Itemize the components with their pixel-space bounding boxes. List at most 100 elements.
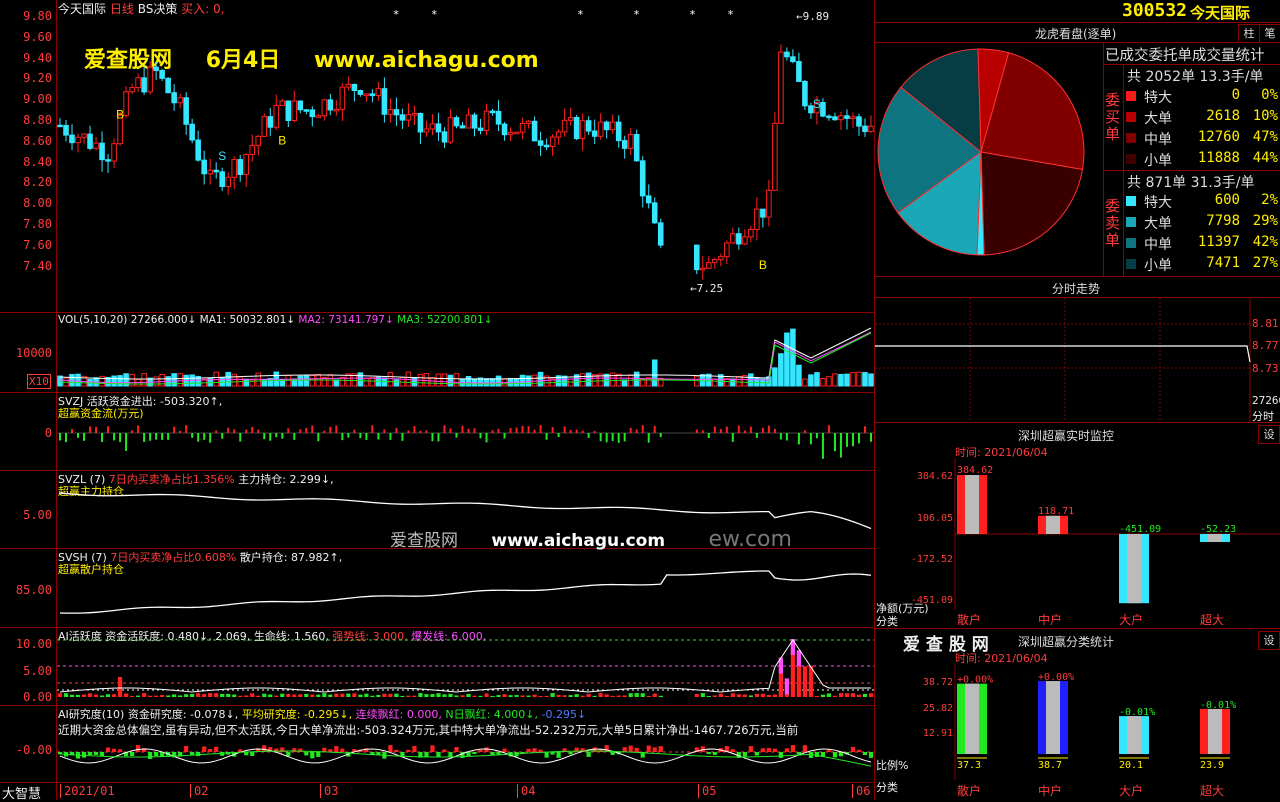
- monitor-bar-chart[interactable]: 384.62 106.05 -172.52 -451.09 384.62 散户 118.71…: [875, 458, 1280, 628]
- candle-body: [321, 99, 328, 117]
- svzj-inflow-bar: [353, 429, 356, 433]
- ai-activity-bar: [526, 695, 531, 697]
- fund-flow-chart[interactable]: [57, 393, 874, 470]
- ai-activity-bar: [63, 693, 69, 697]
- svzj-inflow-bar: [761, 427, 764, 433]
- research-bar: [316, 752, 321, 757]
- svzj-outflow-bar: [365, 433, 368, 441]
- candle-body: [279, 100, 286, 106]
- volume-bar: [790, 328, 796, 387]
- candle-body: [561, 119, 568, 133]
- candle-body: [111, 143, 117, 162]
- monitor-axis-label: -172.52: [911, 554, 953, 565]
- svzj-outflow-bar: [479, 433, 482, 439]
- ai-activity-bar: [838, 693, 844, 697]
- svzj-outflow-bar: [731, 433, 734, 442]
- ai-activity-bar: [466, 693, 471, 697]
- research-bar: [154, 752, 159, 756]
- research-bar: [760, 748, 765, 752]
- candle-body: [838, 115, 844, 121]
- ai-research-axis: -0.00: [15, 743, 52, 757]
- candle-body: [273, 104, 280, 128]
- ai-activity-bar: [604, 694, 609, 697]
- research-bar: [406, 749, 411, 752]
- volume-bar: [75, 373, 81, 387]
- monitor-settings-button[interactable]: 设: [1258, 425, 1280, 444]
- research-bar: [87, 752, 93, 756]
- research-bar: [628, 745, 633, 752]
- ai-research-chart[interactable]: [57, 706, 874, 782]
- candle-body: [748, 229, 754, 238]
- volume-bar: [754, 377, 760, 387]
- ai-activity-bar: [628, 693, 633, 697]
- ai-activity-bar: [202, 694, 207, 697]
- research-bar: [814, 752, 820, 758]
- candle-body: [537, 140, 544, 146]
- candle-body: [633, 133, 640, 162]
- ai-activity-bar: [574, 694, 579, 697]
- ai-activity-bar: [382, 693, 387, 697]
- candle-body: [579, 120, 586, 140]
- class-bar-chart[interactable]: 38.72 25.82 12.91 +0.00% 37.3 散户 +0.00% 38.7 中户 -…: [875, 664, 1280, 800]
- candle-body: [489, 110, 496, 114]
- svzj-inflow-bar: [449, 428, 452, 433]
- volume-chart[interactable]: [57, 313, 874, 392]
- monitor-bar-highlight: [1127, 534, 1141, 604]
- svzj-outflow-bar: [623, 433, 626, 442]
- right-header: 300532 今天国际: [875, 0, 1280, 22]
- volume-bar: [712, 378, 718, 387]
- volume-bar: [363, 378, 370, 387]
- svzj-outflow-bar: [785, 433, 788, 441]
- class-settings-button[interactable]: 设: [1258, 631, 1280, 650]
- candle-body: [375, 88, 382, 97]
- ai-activity-bar: [508, 695, 513, 697]
- candle-body: [501, 123, 508, 136]
- candle-body: [99, 142, 105, 161]
- ai-activity-bar: [826, 693, 832, 697]
- svzj-inflow-bar: [233, 429, 236, 433]
- ai-activity-bar: [814, 695, 820, 697]
- candlestick-chart[interactable]: B B S B S * * * * * *: [57, 0, 874, 312]
- monitor-axis-label: 106.05: [917, 513, 953, 524]
- signal-star-icon: *: [728, 8, 734, 21]
- research-bar: [424, 752, 429, 758]
- svzj-inflow-bar: [425, 430, 428, 433]
- svzj-inflow-bar: [473, 428, 476, 433]
- ai-activity-bar: [400, 695, 405, 697]
- ai-activity-bar: [142, 693, 147, 697]
- ai-activity-bar: [556, 694, 561, 697]
- research-bar: [826, 749, 832, 752]
- intraday-chart[interactable]: [875, 298, 1280, 422]
- ai-activity-bar: [502, 694, 507, 697]
- header-stock-code: 300532: [1122, 0, 1188, 21]
- research-bar: [772, 748, 777, 752]
- ai-activity-bar: [178, 695, 183, 697]
- order-row-sell: 特大 600 2%: [1126, 191, 1280, 211]
- ai-activity-bar: [376, 694, 381, 697]
- ai-activity-chart[interactable]: [57, 628, 874, 705]
- svzj-inflow-bar: [371, 425, 374, 433]
- svzj-outflow-bar: [77, 433, 80, 438]
- class-change: +0.00%: [1038, 672, 1074, 683]
- bar-view-button[interactable]: 柱: [1238, 24, 1260, 43]
- research-bar: [784, 748, 789, 752]
- research-bar: [706, 752, 711, 755]
- class-category-label: 分类: [876, 781, 898, 794]
- retail-holding-chart[interactable]: [57, 549, 874, 627]
- candle-body: [471, 114, 478, 129]
- volume-bar: [772, 367, 778, 387]
- tick-view-button[interactable]: 笔: [1259, 24, 1280, 43]
- candle-body: [597, 121, 604, 137]
- ai-activity-bar: [196, 693, 201, 697]
- candle-body: [267, 116, 274, 128]
- candle-body: [351, 83, 358, 92]
- intraday-axis-low: 8.73: [1252, 362, 1279, 375]
- svzj-outflow-bar: [263, 433, 266, 440]
- ai-activity-bar: [532, 694, 537, 697]
- svzl-line: [59, 492, 872, 530]
- order-pie-chart[interactable]: [876, 43, 1102, 275]
- order-count: 2618: [1206, 108, 1240, 124]
- ai-activity-bar: [754, 693, 759, 697]
- candle-body: [243, 153, 250, 175]
- ai-activity-bar: [93, 694, 99, 697]
